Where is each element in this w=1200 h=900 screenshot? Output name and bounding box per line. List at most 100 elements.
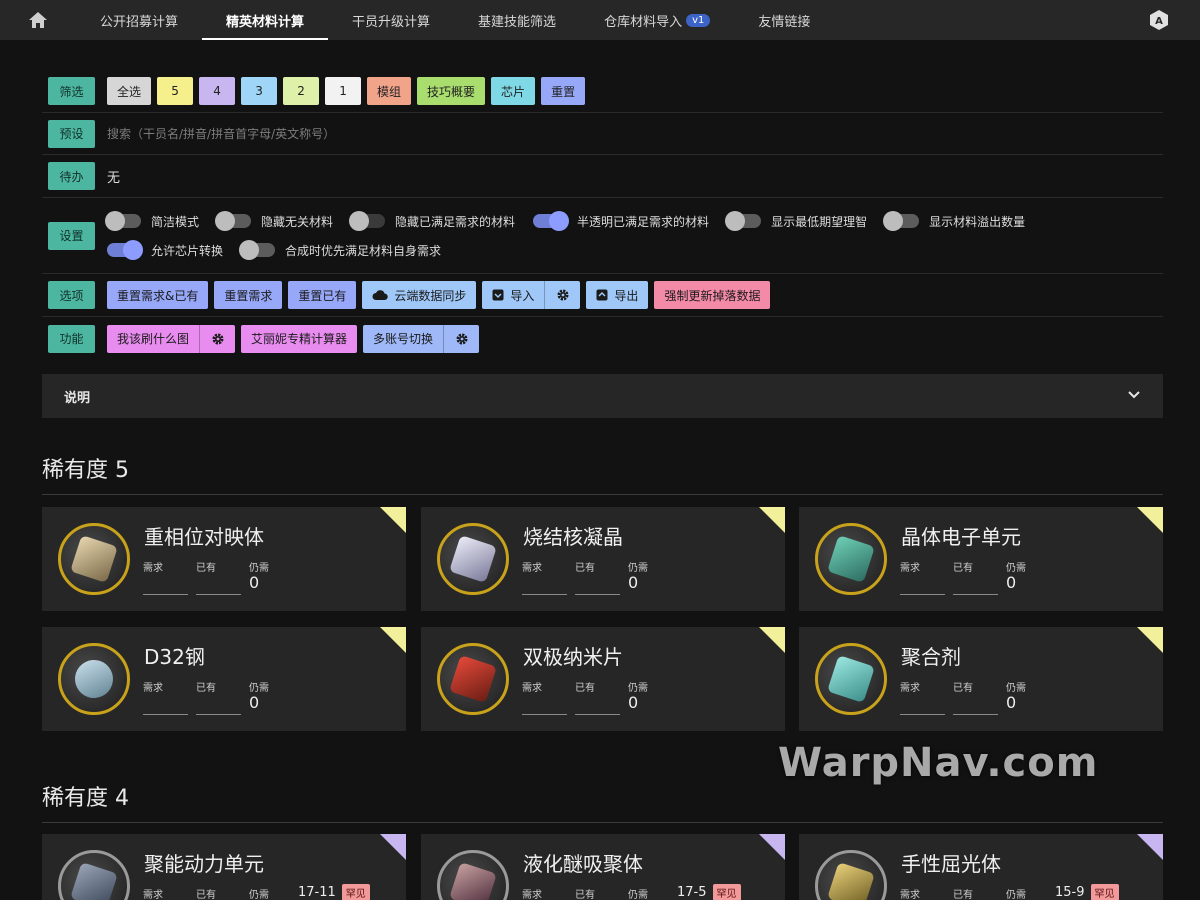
toggle-hide-irrelevant[interactable]: 隐藏无关材料 <box>215 211 333 231</box>
tab-recruit[interactable]: 公开招募计算 <box>76 0 202 40</box>
need-label: 需求 <box>522 683 542 694</box>
chip-select-all[interactable]: 全选 <box>107 77 152 105</box>
need-label: 需求 <box>522 563 542 574</box>
still-field: 仍需 0 <box>628 679 673 715</box>
need-field[interactable]: 需求 <box>522 559 567 595</box>
account-settings-button[interactable] <box>443 324 480 353</box>
need-label: 需求 <box>900 890 920 900</box>
toggle-hide-satisfied[interactable]: 隐藏已满足需求的材料 <box>349 211 515 231</box>
toggle-synthesis-priority[interactable]: 合成时优先满足材料自身需求 <box>239 240 441 260</box>
language-button[interactable]: A <box>1148 0 1170 40</box>
have-field[interactable]: 已有 <box>953 679 998 715</box>
rarity-corner <box>380 627 406 653</box>
material-icon <box>437 523 509 595</box>
need-input[interactable] <box>143 693 188 715</box>
multi-account-button[interactable]: 多账号切换 <box>363 324 444 353</box>
toggle-min-sanity[interactable]: 显示最低期望理智 <box>725 211 868 231</box>
home-button[interactable] <box>0 0 76 40</box>
have-field[interactable]: 已有 <box>953 886 998 900</box>
toggle-show-overflow[interactable]: 显示材料溢出数量 <box>883 211 1025 231</box>
have-label: 已有 <box>575 563 595 574</box>
toggle-chip-conversion[interactable]: 允许芯片转换 <box>107 240 223 260</box>
have-field[interactable]: 已有 <box>575 886 620 900</box>
have-label: 已有 <box>953 563 973 574</box>
tab-operator-upgrade[interactable]: 干员升级计算 <box>328 0 454 40</box>
alienni-calc-button[interactable]: 艾丽妮专精计算器 <box>241 324 358 353</box>
have-input[interactable] <box>196 573 241 595</box>
have-field[interactable]: 已有 <box>953 559 998 595</box>
export-button[interactable]: 导出 <box>586 281 649 309</box>
chip-rarity-5[interactable]: 5 <box>157 77 194 105</box>
reset-all-button[interactable]: 重置需求&已有 <box>107 281 209 309</box>
have-field[interactable]: 已有 <box>575 679 620 715</box>
have-input[interactable] <box>575 573 620 595</box>
tab-friend-links[interactable]: 友情链接 <box>734 0 834 40</box>
chip-rarity-1[interactable]: 1 <box>325 77 362 105</box>
toggle-label: 半透明已满足需求的材料 <box>577 214 710 229</box>
best-stage[interactable]: 17-5 罕见 <box>677 884 741 900</box>
best-stage[interactable]: 15-9 罕见 <box>1055 884 1119 900</box>
toggle-translucent-satisfied[interactable]: 半透明已满足需求的材料 <box>533 211 710 231</box>
material-icon <box>437 643 509 715</box>
toggle-label: 显示最低期望理智 <box>771 214 868 229</box>
need-label: 需求 <box>522 890 542 900</box>
need-field[interactable]: 需求 <box>900 679 945 715</box>
have-input[interactable] <box>953 573 998 595</box>
have-input[interactable] <box>196 693 241 715</box>
chip-reset[interactable]: 重置 <box>541 77 586 105</box>
what-to-farm-button[interactable]: 我该刷什么图 <box>107 324 200 353</box>
have-field[interactable]: 已有 <box>196 679 241 715</box>
chip-module[interactable]: 模组 <box>367 77 412 105</box>
need-field[interactable]: 需求 <box>143 679 188 715</box>
need-field[interactable]: 需求 <box>143 559 188 595</box>
need-field[interactable]: 需求 <box>900 886 945 900</box>
tab-elite-material[interactable]: 精英材料计算 <box>202 0 329 40</box>
todo-row: 待办 无 <box>42 155 1163 198</box>
chip-rarity-3[interactable]: 3 <box>241 77 278 105</box>
import-settings-button[interactable] <box>544 281 581 309</box>
import-button[interactable]: 导入 <box>482 281 545 309</box>
material-icon <box>815 850 887 900</box>
need-field[interactable]: 需求 <box>522 886 567 900</box>
need-input[interactable] <box>522 693 567 715</box>
best-stage[interactable]: 17-11 罕见 <box>298 884 370 900</box>
need-input[interactable] <box>900 693 945 715</box>
chip-chip[interactable]: 芯片 <box>491 77 536 105</box>
farm-settings-button[interactable] <box>199 324 236 353</box>
toggle-simple-mode[interactable]: 简洁模式 <box>105 211 199 231</box>
still-value: 0 <box>628 693 639 712</box>
tab-base-skill[interactable]: 基建技能筛选 <box>454 0 580 40</box>
need-field[interactable]: 需求 <box>900 559 945 595</box>
need-input[interactable] <box>900 573 945 595</box>
still-field: 仍需 0 <box>249 679 294 715</box>
still-label: 仍需 <box>1006 890 1026 900</box>
functions-row: 功能 我该刷什么图 艾丽妮专精计算器 多账号切换 <box>42 317 1163 360</box>
force-update-button[interactable]: 强制更新掉落数据 <box>654 281 771 309</box>
need-field[interactable]: 需求 <box>143 886 188 900</box>
need-field[interactable]: 需求 <box>522 679 567 715</box>
options-label: 选项 <box>48 281 95 309</box>
material-card: 双极纳米片 需求 已有 仍需 0 <box>421 627 785 731</box>
nav-tabs: 公开招募计算 精英材料计算 干员升级计算 基建技能筛选 仓库材料导入 v1 友情链… <box>76 0 834 40</box>
cloud-icon <box>372 289 389 301</box>
chip-skill-summary[interactable]: 技巧概要 <box>417 77 486 105</box>
reset-need-button[interactable]: 重置需求 <box>214 281 283 309</box>
cloud-sync-button[interactable]: 云端数据同步 <box>362 281 477 309</box>
material-icon <box>437 850 509 900</box>
chip-rarity-4[interactable]: 4 <box>199 77 236 105</box>
options-row: 选项 重置需求&已有 重置需求 重置已有 云端数据同步 导入 导出 强制更新掉落… <box>42 274 1163 317</box>
have-field[interactable]: 已有 <box>575 559 620 595</box>
have-input[interactable] <box>575 693 620 715</box>
need-input[interactable] <box>522 573 567 595</box>
chip-rarity-2[interactable]: 2 <box>283 77 320 105</box>
have-field[interactable]: 已有 <box>196 559 241 595</box>
have-field[interactable]: 已有 <box>196 886 241 900</box>
reset-have-button[interactable]: 重置已有 <box>288 281 357 309</box>
operator-search-input[interactable] <box>107 119 1163 148</box>
have-input[interactable] <box>953 693 998 715</box>
material-card: 液化醚吸聚体 需求 已有 仍需 17-5 罕见 <box>421 834 785 900</box>
tab-depot-import[interactable]: 仓库材料导入 v1 <box>580 0 734 40</box>
need-input[interactable] <box>143 573 188 595</box>
still-label: 仍需 <box>628 563 648 574</box>
explain-panel[interactable]: 说明 <box>42 374 1163 418</box>
